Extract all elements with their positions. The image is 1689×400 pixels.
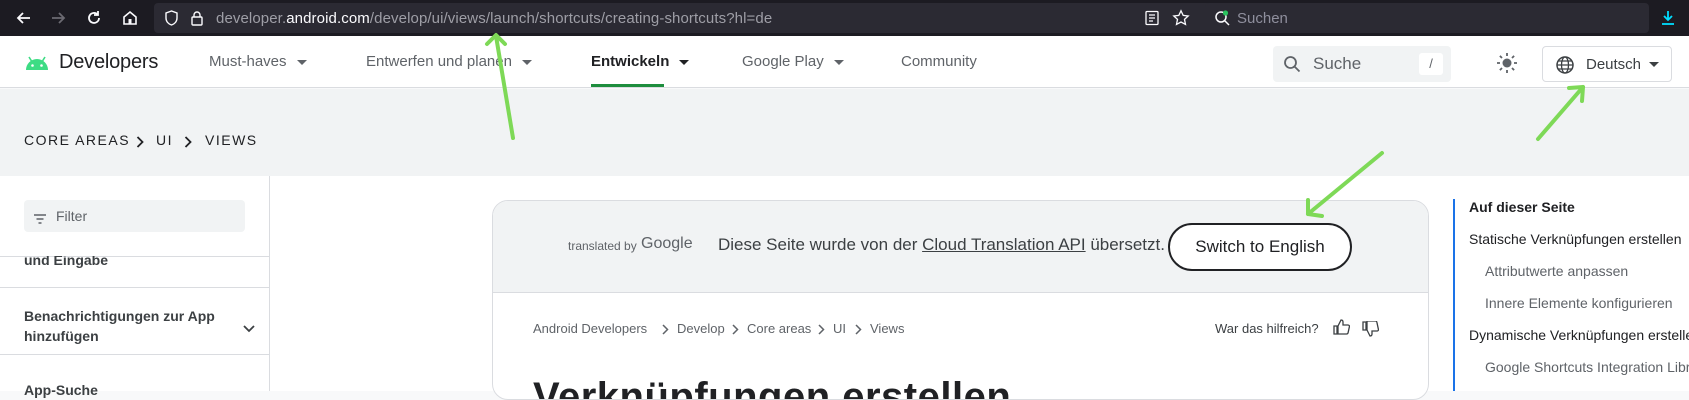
breadcrumb-item[interactable]: UI [156,132,173,148]
globe-icon [1555,55,1575,80]
site-search-placeholder: Suche [1313,54,1362,73]
search-icon [1214,10,1231,32]
chevron-right-icon [818,323,825,338]
language-label: Deutsch [1586,56,1642,73]
content-breadcrumb-item[interactable]: Android Developers [533,321,647,336]
chevron-right-icon [855,323,862,338]
url-text[interactable]: developer.android.com/develop/ui/views/l… [216,10,772,27]
sidebar-item-app-suche[interactable]: App-Suche [24,380,224,400]
toc-heading: Auf dieser Seite [1469,199,1575,215]
page-title: Verknüpfungen erstellen [533,375,1012,400]
content-breadcrumb-item[interactable]: Core areas [747,321,811,336]
left-sidebar: Filter und Eingabe Benachrichtigungen zu… [0,176,270,398]
chevron-right-icon [136,135,144,153]
active-tab-indicator [591,84,664,87]
sidebar-divider [0,287,269,288]
language-selector[interactable]: Deutsch [1542,46,1672,82]
theme-toggle-icon[interactable] [1496,52,1518,79]
breadcrumb-item[interactable]: VIEWS [205,132,258,148]
reader-view-icon[interactable] [1144,10,1160,31]
toc-item[interactable]: Google Shortcuts Integration Library [1485,359,1689,375]
chevron-right-icon [662,323,669,338]
filter-input[interactable]: Filter [24,200,245,232]
back-icon[interactable] [12,6,36,30]
translation-message-text: Diese Seite wurde von der [718,235,923,254]
nav-entwerfen-und-planen[interactable]: Entwerfen und planen [366,53,532,70]
nav-label: Must-haves [209,53,287,70]
search-icon [1283,55,1301,78]
content-card: translated by Google Diese Seite wurde v… [492,200,1429,400]
chevron-down-icon[interactable] [243,320,255,338]
caret-down-icon [521,59,532,65]
reload-icon[interactable] [82,6,106,30]
content-breadcrumb-item[interactable]: UI [833,321,846,336]
site-header: Developers Must-haves Entwerfen und plan… [0,36,1689,88]
sidebar-item-eingabe[interactable]: und Eingabe [24,252,224,270]
download-icon[interactable] [1656,6,1680,30]
chevron-right-icon [184,135,192,153]
sidebar-item-label: und Eingabe [24,252,108,268]
nav-google-play[interactable]: Google Play [742,53,844,70]
forward-icon[interactable] [46,6,70,30]
chevron-right-icon [732,323,739,338]
sidebar-item-label: Benachrichtigungen zur App hinzufügen [24,308,215,344]
caret-down-icon [296,59,307,65]
nav-entwickeln[interactable]: Entwickeln [591,53,690,70]
google-wordmark: Google [641,235,693,252]
thumbs-down-icon[interactable] [1362,320,1380,342]
translation-message-text: übersetzt. [1085,235,1165,254]
search-shortcut-key: / [1419,53,1443,75]
filter-icon [34,211,46,229]
home-icon[interactable] [118,6,142,30]
thumbs-up-icon[interactable] [1333,319,1351,340]
nav-label: Entwickeln [591,53,670,70]
cloud-translation-link[interactable]: Cloud Translation API [922,235,1085,254]
nav-community[interactable]: Community [901,53,977,70]
nav-label: Google Play [742,53,824,70]
content-breadcrumb-item[interactable]: Develop [677,321,725,336]
browser-toolbar: developer.android.com/develop/ui/views/l… [0,0,1689,36]
sidebar-item-label: App-Suche [24,382,98,398]
address-bar[interactable]: developer.android.com/develop/ui/views/l… [154,3,1224,33]
nav-label: Community [901,53,977,70]
android-logo-icon[interactable] [24,53,50,76]
helpful-label: War das hilfreich? [1215,321,1319,336]
toc-item[interactable]: Dynamische Verknüpfungen erstellen [1469,327,1689,343]
browser-search-placeholder: Suchen [1237,10,1288,27]
toc-item[interactable]: Attributwerte anpassen [1485,263,1628,279]
bookmark-star-icon[interactable] [1172,9,1190,32]
toc-active-rail [1453,199,1455,391]
shield-icon[interactable] [164,10,179,31]
breadcrumb: CORE AREAS UI VIEWS [0,89,1689,176]
switch-to-english-button[interactable]: Switch to English [1168,223,1352,271]
logo-text[interactable]: Developers [59,51,158,74]
toc-item[interactable]: Statische Verknüpfungen erstellen [1469,231,1681,247]
sidebar-divider [0,354,269,355]
caret-down-icon [679,59,690,65]
browser-search-box[interactable]: Suchen [1205,3,1649,33]
breadcrumb-item[interactable]: CORE AREAS [24,132,130,148]
translation-message: Diese Seite wurde von der Cloud Translat… [718,235,1165,255]
content-breadcrumb-item[interactable]: Views [870,321,904,336]
sidebar-item-benachrichtigungen[interactable]: Benachrichtigungen zur App hinzufügen [24,306,224,346]
caret-down-icon [833,59,844,65]
site-search-input[interactable]: Suche / [1273,46,1451,82]
caret-down-icon [1649,62,1659,67]
nav-must-haves[interactable]: Must-haves [209,53,307,70]
filter-placeholder: Filter [56,208,88,224]
toc-item[interactable]: Innere Elemente konfigurieren [1485,295,1673,311]
lock-icon[interactable] [190,10,204,31]
table-of-contents: Auf dieser Seite Statische Verknüpfungen… [1430,176,1689,391]
translated-by-label: translated by [568,239,637,253]
translation-banner: translated by Google Diese Seite wurde v… [493,201,1428,293]
nav-label: Entwerfen und planen [366,53,512,70]
